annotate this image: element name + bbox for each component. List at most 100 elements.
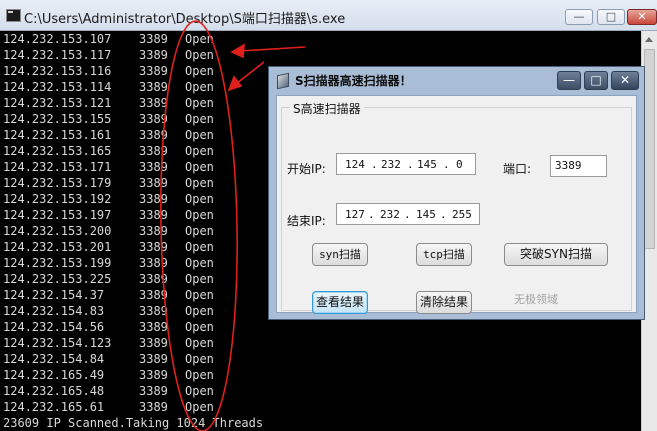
console-line-ip: 124.232.153.121 bbox=[3, 96, 112, 110]
console-maximize-button[interactable]: □ bbox=[597, 9, 625, 25]
console-close-button[interactable]: ✕ bbox=[627, 9, 657, 25]
console-line-ip: 124.232.165.48 bbox=[3, 384, 105, 398]
start-ip-octet-3[interactable]: 145 bbox=[417, 158, 437, 171]
console-line-status: Open bbox=[185, 352, 214, 366]
end-ip-octet-1[interactable]: 127 bbox=[345, 208, 365, 221]
console-line-status: Open bbox=[185, 384, 214, 398]
end-ip-octet-3[interactable]: 145 bbox=[416, 208, 436, 221]
console-line-ip: 124.232.154.56 bbox=[3, 320, 105, 334]
console-line-ip: 124.232.153.155 bbox=[3, 112, 112, 126]
port-label: 端口: bbox=[503, 162, 532, 176]
console-line-status: Open bbox=[185, 288, 214, 302]
syn-scan-button[interactable]: syn扫描 bbox=[312, 243, 368, 266]
console-line-ip: 124.232.153.199 bbox=[3, 256, 112, 270]
console-line-ip: 124.232.153.116 bbox=[3, 64, 112, 78]
ip-separator: . bbox=[443, 158, 450, 171]
console-line-status: Open bbox=[185, 112, 214, 126]
console-line: 124.232.154.37 3389 Open bbox=[3, 287, 214, 303]
console-line-port: 3389 bbox=[139, 368, 168, 382]
console-line-port: 3389 bbox=[139, 320, 168, 334]
view-results-button[interactable]: 查看结果 bbox=[312, 291, 368, 314]
console-line-status: Open bbox=[185, 32, 214, 46]
console-line: 124.232.153.155 3389 Open bbox=[3, 111, 214, 127]
console-line-port: 3389 bbox=[139, 336, 168, 350]
console-line-port: 3389 bbox=[139, 96, 168, 110]
bypass-syn-scan-button[interactable]: 突破SYN扫描 bbox=[504, 243, 608, 266]
console-line-ip: 124.232.153.114 bbox=[3, 80, 112, 94]
console-minimize-button[interactable]: — bbox=[565, 9, 593, 25]
console-line-ip: 124.232.165.61 bbox=[3, 400, 105, 414]
ip-separator: . bbox=[404, 208, 411, 221]
console-line-port: 3389 bbox=[139, 352, 168, 366]
console-line: 124.232.154.56 3389 Open bbox=[3, 319, 214, 335]
console-line-status: Open bbox=[185, 176, 214, 190]
console-line-port: 3389 bbox=[139, 192, 168, 206]
console-line-status: Open bbox=[185, 400, 214, 414]
ip-separator: . bbox=[440, 208, 447, 221]
console-line-ip: 124.232.154.37 bbox=[3, 288, 105, 302]
start-ip-octet-2[interactable]: 232 bbox=[381, 158, 401, 171]
console-line: 124.232.153.116 3389 Open bbox=[3, 63, 214, 79]
console-line-port: 3389 bbox=[139, 288, 168, 302]
console-line: 124.232.153.121 3389 Open bbox=[3, 95, 214, 111]
console-line-status: Open bbox=[185, 96, 214, 110]
dialog-titlebar[interactable]: S扫描器高速扫描器！ — □ ✕ bbox=[269, 67, 644, 93]
console-line-port: 3389 bbox=[139, 224, 168, 238]
scroll-up-arrow-icon[interactable] bbox=[645, 37, 653, 42]
console-line-status: Open bbox=[185, 368, 214, 382]
port-input[interactable]: 3389 bbox=[550, 155, 607, 177]
end-ip-octet-2[interactable]: 232 bbox=[380, 208, 400, 221]
console-line-port: 3389 bbox=[139, 176, 168, 190]
console-line-ip: 124.232.154.83 bbox=[3, 304, 105, 318]
console-line: 124.232.153.117 3389 Open bbox=[3, 47, 214, 63]
console-line-status: Open bbox=[185, 144, 214, 158]
dialog-maximize-button[interactable]: □ bbox=[584, 71, 608, 90]
console-line-status: Open bbox=[185, 208, 214, 222]
console-line-ip: 124.232.154.84 bbox=[3, 352, 105, 366]
console-line-ip: 124.232.153.200 bbox=[3, 224, 112, 238]
console-line-port: 3389 bbox=[139, 272, 168, 286]
console-line-status: Open bbox=[185, 48, 214, 62]
clear-results-button[interactable]: 清除结果 bbox=[416, 291, 472, 314]
console-line-status: Open bbox=[185, 192, 214, 206]
console-line: 124.232.165.48 3389 Open bbox=[3, 383, 214, 399]
console-line-ip: 124.232.153.192 bbox=[3, 192, 112, 206]
console-line: 124.232.153.179 3389 Open bbox=[3, 175, 214, 191]
scroll-thumb[interactable] bbox=[644, 49, 655, 249]
console-line-port: 3389 bbox=[139, 80, 168, 94]
tcp-scan-button[interactable]: tcp扫描 bbox=[416, 243, 472, 266]
console-line-status: Open bbox=[185, 240, 214, 254]
console-line: 124.232.153.171 3389 Open bbox=[3, 159, 214, 175]
scanner-app-icon bbox=[277, 72, 289, 90]
console-line-status: Open bbox=[185, 256, 214, 270]
dialog-minimize-button[interactable]: — bbox=[557, 71, 581, 90]
console-titlebar[interactable]: C:\Users\Administrator\Desktop\S端口扫描器\s.… bbox=[0, 0, 657, 31]
console-line-port: 3389 bbox=[139, 304, 168, 318]
console-line-port: 3389 bbox=[139, 64, 168, 78]
console-line: 124.232.153.200 3389 Open bbox=[3, 223, 214, 239]
console-line: 124.232.153.201 3389 Open bbox=[3, 239, 214, 255]
console-line-status: Open bbox=[185, 128, 214, 142]
console-line-port: 3389 bbox=[139, 128, 168, 142]
console-line: 124.232.165.49 3389 Open bbox=[3, 367, 214, 383]
ip-separator: . bbox=[368, 208, 375, 221]
start-ip-input[interactable]: 124 . 232 . 145 . 0 bbox=[336, 153, 476, 175]
console-line-port: 3389 bbox=[139, 208, 168, 222]
start-ip-octet-4[interactable]: 0 bbox=[456, 158, 463, 171]
ip-separator: . bbox=[371, 158, 378, 171]
console-line-ip: 124.232.153.171 bbox=[3, 160, 112, 174]
console-line: 124.232.153.192 3389 Open bbox=[3, 191, 214, 207]
console-line: 124.232.153.114 3389 Open bbox=[3, 79, 214, 95]
console-line-status: Open bbox=[185, 304, 214, 318]
console-line-ip: 124.232.153.197 bbox=[3, 208, 112, 222]
scanner-dialog: S扫描器高速扫描器！ — □ ✕ S高速扫描器 开始IP: 124 . 232 … bbox=[268, 66, 645, 320]
end-ip-label: 结束IP: bbox=[287, 214, 326, 228]
end-ip-input[interactable]: 127 . 232 . 145 . 255 bbox=[336, 203, 480, 225]
dialog-title: S扫描器高速扫描器！ bbox=[295, 74, 412, 88]
end-ip-octet-4[interactable]: 255 bbox=[452, 208, 472, 221]
dialog-close-button[interactable]: ✕ bbox=[611, 71, 639, 90]
console-line-ip: 124.232.153.225 bbox=[3, 272, 112, 286]
start-ip-octet-1[interactable]: 124 bbox=[345, 158, 365, 171]
console-window-title: C:\Users\Administrator\Desktop\S端口扫描器\s.… bbox=[24, 12, 346, 27]
console-line-status: Open bbox=[185, 320, 214, 334]
